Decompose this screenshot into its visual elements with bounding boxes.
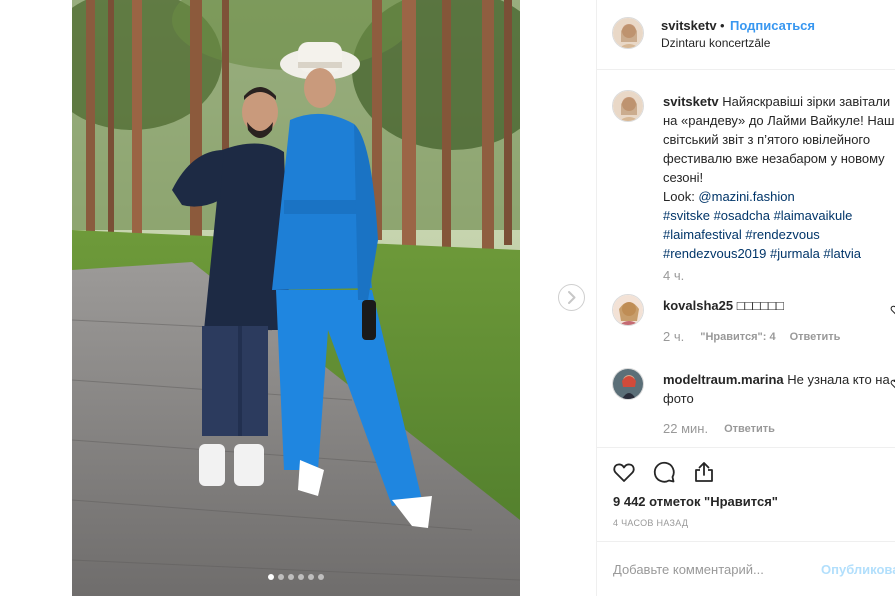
- comment-text: □□□□□□: [736, 298, 784, 313]
- avatar-image: [613, 91, 643, 121]
- share-icon-glyph: [695, 462, 713, 482]
- follow-button[interactable]: Подписаться: [730, 18, 815, 33]
- heart-icon[interactable]: [612, 460, 636, 484]
- post-side-panel: svitsketv • Подписаться Dzintaru koncert…: [596, 0, 895, 596]
- heart-icon: [890, 305, 895, 315]
- reply-button[interactable]: Ответить: [790, 331, 841, 343]
- comments-list[interactable]: svitsketv Найяскравіші зірки завітали на…: [597, 71, 895, 447]
- reply-button[interactable]: Ответить: [724, 423, 775, 435]
- comment-time[interactable]: 22 мин.: [663, 421, 708, 436]
- comment-body: modeltraum.marina Не узнала кто на 4 фот…: [663, 370, 895, 408]
- action-icons: [612, 460, 716, 484]
- carousel-dot: [288, 574, 294, 580]
- comment-bubble-icon[interactable]: [652, 460, 676, 484]
- avatar-image: [613, 18, 643, 48]
- heart-icon: [890, 379, 895, 389]
- comment-bubble-icon-glyph: [653, 461, 675, 483]
- carousel-dot: [278, 574, 284, 580]
- post-photo[interactable]: [72, 0, 520, 596]
- post-header: svitsketv • Подписаться Dzintaru koncert…: [597, 0, 895, 70]
- post-timestamp[interactable]: 4 ЧАСОВ НАЗАД: [613, 518, 688, 528]
- caption-username[interactable]: svitsketv: [663, 94, 719, 109]
- look-prefix: Look:: [663, 189, 699, 204]
- chevron-right-icon-glyph: [568, 291, 576, 304]
- comment-like-heart-icon[interactable]: [890, 304, 895, 318]
- avatar-image: [613, 369, 643, 399]
- avatar[interactable]: [612, 90, 644, 122]
- post-author-username[interactable]: svitsketv: [661, 18, 717, 33]
- avatar[interactable]: [612, 17, 644, 49]
- post-location[interactable]: Dzintaru koncertzāle: [661, 36, 770, 50]
- post-photo-image: [72, 0, 520, 596]
- avatar[interactable]: [612, 368, 644, 400]
- comment-meta: 22 мин. Ответить: [663, 421, 789, 436]
- add-comment-bar: Опубликовать: [597, 541, 895, 596]
- comment-username[interactable]: kovalsha25: [663, 298, 733, 313]
- mention-link[interactable]: @mazini.fashion: [698, 189, 794, 204]
- photo-viewer: [0, 0, 596, 596]
- heart-icon-glyph: [613, 463, 635, 482]
- carousel-dot: [318, 574, 324, 580]
- comment-meta: 2 ч. "Нравится": 4 Ответить: [663, 329, 854, 344]
- separator-dot: •: [720, 18, 725, 33]
- share-icon[interactable]: [692, 460, 716, 484]
- carousel-dot-active: [268, 574, 274, 580]
- carousel-dot: [308, 574, 314, 580]
- chevron-right-icon[interactable]: [558, 284, 585, 311]
- hashtags[interactable]: #svitske #osadcha #laimavaikule #laimafe…: [663, 208, 861, 261]
- caption-meta: 4 ч.: [663, 268, 700, 283]
- comment-like-heart-icon[interactable]: [890, 378, 895, 392]
- avatar[interactable]: [612, 294, 644, 326]
- publish-button[interactable]: Опубликовать: [821, 562, 895, 577]
- comment-input[interactable]: [613, 562, 813, 577]
- post-actions: 9 442 отметок "Нравится" 4 ЧАСОВ НАЗАД О…: [597, 447, 895, 596]
- comment-time[interactable]: 2 ч.: [663, 329, 684, 344]
- carousel-dot: [298, 574, 304, 580]
- likes-count[interactable]: 9 442 отметок "Нравится": [613, 494, 778, 509]
- comment-body: kovalsha25 □□□□□□: [663, 296, 895, 315]
- comment-username[interactable]: modeltraum.marina: [663, 372, 784, 387]
- avatar-image: [613, 295, 643, 325]
- caption-body: svitsketv Найяскравіші зірки завітали на…: [663, 92, 895, 263]
- comment-likes[interactable]: "Нравится": 4: [700, 331, 775, 343]
- caption-time[interactable]: 4 ч.: [663, 268, 684, 283]
- carousel-indicator: [268, 574, 324, 580]
